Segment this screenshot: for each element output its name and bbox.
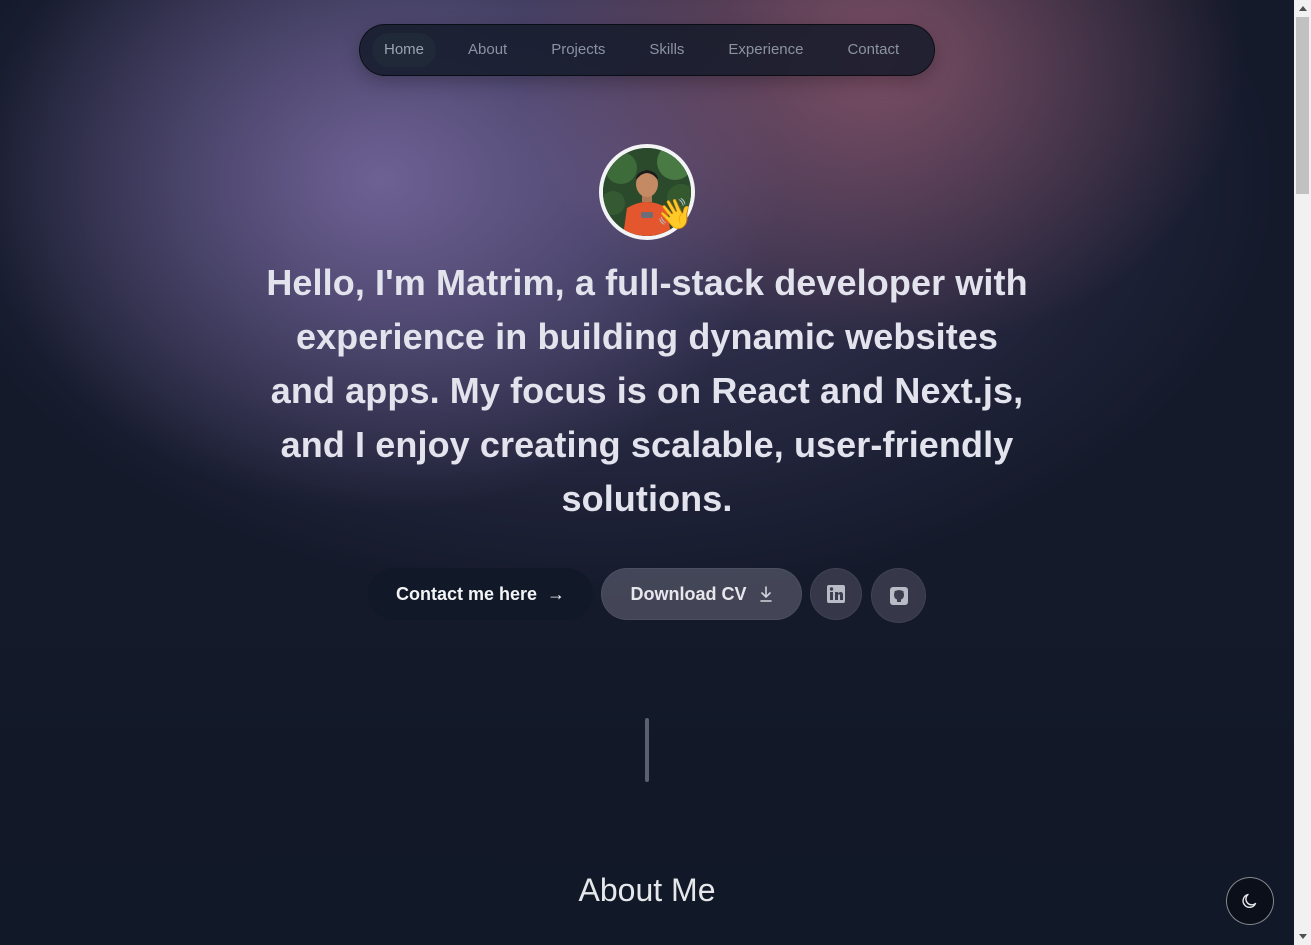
about-section-title: About Me — [578, 872, 716, 908]
hero-segment: . — [722, 478, 733, 519]
nav-item-contact[interactable]: Contact — [835, 33, 911, 67]
nav-item-about[interactable]: About — [456, 33, 519, 67]
page-scrollbar[interactable] — [1294, 0, 1311, 945]
hero-segment: Hello, I'm Matrim — [266, 262, 555, 303]
github-icon — [889, 586, 908, 605]
hero-segment: scalable — [630, 424, 774, 465]
top-nav: Home About Projects Skills Experience Co… — [359, 24, 935, 76]
contact-button[interactable]: Contact me here → — [368, 568, 593, 620]
nav-item-experience[interactable]: Experience — [716, 33, 815, 67]
nav-item-skills[interactable]: Skills — [637, 33, 696, 67]
scroll-down-arrow-icon[interactable] — [1294, 928, 1311, 945]
arrow-right-icon: → — [547, 583, 566, 604]
scroll-indicator — [645, 718, 649, 782]
theme-toggle-button[interactable] — [1226, 877, 1274, 925]
download-icon — [759, 586, 772, 602]
download-cv-label: Download CV — [630, 583, 747, 604]
moon-icon — [1242, 893, 1257, 908]
hero-segment: React and Next.js — [711, 370, 1014, 411]
linkedin-button[interactable] — [810, 568, 862, 620]
hero-intro: Hello, I'm Matrim, a full-stack develope… — [260, 256, 1034, 526]
github-button[interactable] — [871, 568, 926, 623]
nav-item-projects[interactable]: Projects — [539, 33, 617, 67]
hero-segment: , a — [554, 262, 606, 303]
hero-segment: , — [773, 424, 794, 465]
wave-emoji: 👋 — [656, 198, 694, 231]
scrollbar-thumb[interactable] — [1296, 17, 1309, 194]
scroll-up-arrow-icon[interactable] — [1294, 0, 1311, 17]
contact-button-label: Contact me here — [395, 583, 538, 604]
linkedin-icon — [827, 585, 845, 603]
download-cv-button[interactable]: Download CV — [601, 568, 802, 620]
hero-segment: full-stack developer — [605, 262, 946, 303]
nav-item-home[interactable]: Home — [372, 33, 437, 67]
